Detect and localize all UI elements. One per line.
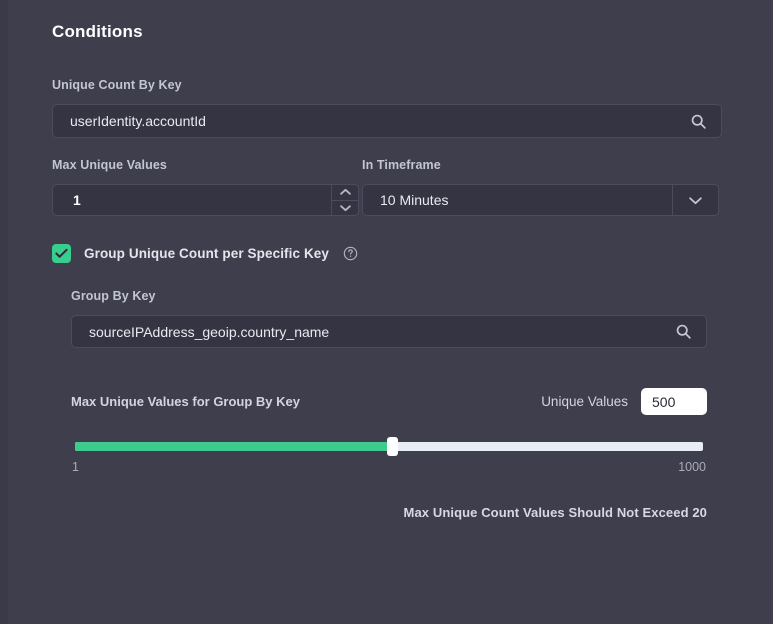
max-unique-timeframe-row: Max Unique Values 1 In Timeframe 10 Minu… <box>52 158 722 216</box>
in-timeframe-group: In Timeframe 10 Minutes <box>362 158 722 216</box>
group-by-key-label: Group By Key <box>71 289 156 303</box>
slider-handle[interactable] <box>387 437 399 456</box>
slider-header: Max Unique Values for Group By Key Uniqu… <box>71 388 707 415</box>
group-by-key-block: Group By Key sourceIPAddress_geoip.count… <box>71 289 707 522</box>
help-circle-icon[interactable] <box>343 246 358 261</box>
unique-count-by-key-field[interactable]: userIdentity.accountId <box>52 104 722 138</box>
max-unique-count-warning: Max Unique Count Values Should Not Excee… <box>403 505 707 520</box>
search-icon[interactable] <box>668 323 698 340</box>
unique-values-label: Unique Values <box>541 394 628 409</box>
number-spinner[interactable] <box>331 185 358 215</box>
slider-max-label: 1000 <box>678 460 706 474</box>
conditions-panel: Conditions Unique Count By Key userIdent… <box>0 0 773 624</box>
page-title: Conditions <box>52 22 143 41</box>
unique-count-by-key-value[interactable]: userIdentity.accountId <box>53 113 683 129</box>
slider-scale: 1 1000 <box>71 460 707 474</box>
group-by-key-field[interactable]: sourceIPAddress_geoip.country_name <box>71 315 707 348</box>
max-unique-values-label: Max Unique Values <box>52 158 167 172</box>
group-unique-count-checkbox[interactable] <box>52 244 71 263</box>
in-timeframe-label: In Timeframe <box>362 158 441 172</box>
slider-min-label: 1 <box>72 460 79 474</box>
slider-fill <box>75 442 393 451</box>
panel-left-edge <box>0 0 8 624</box>
group-by-key-value[interactable]: sourceIPAddress_geoip.country_name <box>72 324 668 340</box>
panel-content: Conditions Unique Count By Key userIdent… <box>52 0 722 522</box>
search-icon[interactable] <box>683 113 713 130</box>
spinner-decrement-button[interactable] <box>332 201 358 216</box>
group-unique-count-label: Group Unique Count per Specific Key <box>84 246 330 261</box>
in-timeframe-select[interactable]: 10 Minutes <box>362 184 719 216</box>
in-timeframe-value[interactable]: 10 Minutes <box>363 185 672 215</box>
unique-values-input[interactable]: 500 <box>641 388 707 415</box>
max-unique-values-input[interactable]: 1 <box>53 192 331 208</box>
warning-row: Max Unique Count Values Should Not Excee… <box>71 504 707 522</box>
slider-title: Max Unique Values for Group By Key <box>71 394 300 409</box>
unique-count-by-key-label: Unique Count By Key <box>52 78 182 92</box>
max-unique-values-group: Max Unique Values 1 <box>52 158 362 216</box>
unique-values-group: Unique Values 500 <box>541 388 707 415</box>
chevron-down-icon[interactable] <box>672 185 718 215</box>
max-unique-values-stepper[interactable]: 1 <box>52 184 359 216</box>
max-unique-values-slider[interactable] <box>71 437 707 457</box>
group-unique-count-toggle-row[interactable]: Group Unique Count per Specific Key <box>52 244 722 263</box>
spinner-increment-button[interactable] <box>332 185 358 201</box>
